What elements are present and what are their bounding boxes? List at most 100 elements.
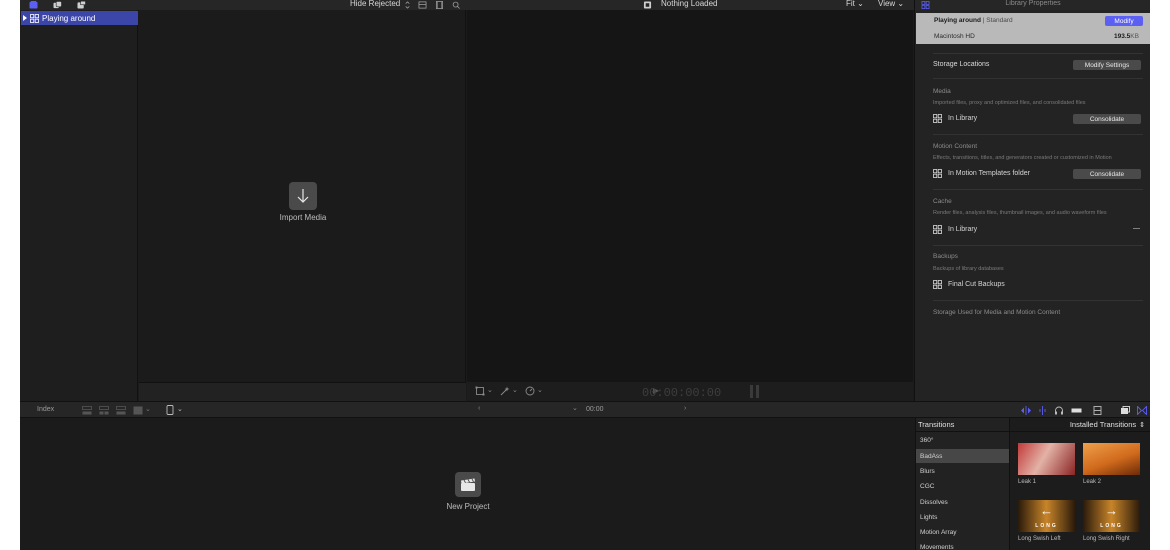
view-menu[interactable]: View ⌄ bbox=[878, 0, 904, 8]
audio-meter-left bbox=[750, 385, 753, 398]
clip-appearance-icon[interactable] bbox=[417, 0, 427, 9]
forward-arrow-icon[interactable]: › bbox=[684, 405, 686, 412]
backups-section-desc: Backups of library databases bbox=[933, 266, 1004, 272]
divider bbox=[933, 245, 1143, 246]
modify-button[interactable]: Modify bbox=[1105, 16, 1143, 26]
titles-icon[interactable] bbox=[76, 0, 86, 9]
transition-thumb-long-swish-right[interactable]: → LONG bbox=[1083, 500, 1140, 532]
library-size: 193.5KB bbox=[1114, 33, 1139, 40]
modify-settings-button[interactable]: Modify Settings bbox=[1073, 60, 1141, 70]
transitions-header: Transitions bbox=[916, 418, 1010, 432]
transition-thumb-leak-2[interactable] bbox=[1083, 443, 1140, 475]
consolidate-media-button[interactable]: Consolidate bbox=[1073, 114, 1141, 124]
chevron-down-icon[interactable]: ⌄ bbox=[537, 386, 543, 394]
cache-location: In Library bbox=[933, 225, 977, 234]
installed-transitions-label: Installed Transitions bbox=[1069, 420, 1137, 429]
transition-label: Leak 2 bbox=[1083, 479, 1102, 485]
chevron-down-icon[interactable]: ⌄ bbox=[177, 405, 183, 413]
enhance-wand-icon[interactable] bbox=[500, 386, 510, 396]
category-item[interactable]: Blurs bbox=[916, 464, 1010, 478]
volume-name: Macintosh HD bbox=[934, 33, 975, 40]
library-icon bbox=[933, 169, 942, 178]
library-line: Playing around | Standard bbox=[934, 17, 1013, 24]
transition-label: Long Swish Right bbox=[1083, 536, 1130, 542]
headphones-icon[interactable] bbox=[1054, 406, 1064, 415]
installed-transitions-menu[interactable]: Installed Transitions ⇕ bbox=[1010, 418, 1150, 432]
solo-icon[interactable] bbox=[1071, 406, 1082, 415]
new-project-button[interactable] bbox=[455, 472, 481, 497]
category-item[interactable]: Dissolves bbox=[916, 495, 1010, 509]
media-location: In Library bbox=[933, 114, 977, 123]
append-clip-icon[interactable] bbox=[116, 406, 126, 415]
library-line-name: Playing around bbox=[934, 17, 981, 24]
index-button[interactable]: Index bbox=[37, 406, 54, 413]
chevron-down-icon[interactable]: ⌄ bbox=[487, 386, 493, 394]
library-icon bbox=[933, 225, 942, 234]
filmstrip-icon[interactable] bbox=[434, 0, 444, 9]
new-project-label: New Project bbox=[446, 502, 490, 511]
connect-clip-icon[interactable] bbox=[82, 406, 92, 415]
divider bbox=[933, 300, 1143, 301]
libraries-icon[interactable] bbox=[28, 0, 38, 9]
photos-icon[interactable] bbox=[52, 0, 62, 9]
overwrite-clip-icon[interactable] bbox=[133, 406, 143, 415]
thumb-overlay-text: LONG bbox=[1035, 523, 1058, 529]
viewer-clip-icon bbox=[642, 0, 652, 9]
category-item[interactable]: Lights bbox=[916, 510, 1010, 524]
category-item[interactable]: CGC bbox=[916, 479, 1010, 493]
snapping-icon[interactable] bbox=[1093, 406, 1102, 415]
audio-skimming-icon[interactable] bbox=[1038, 406, 1047, 415]
libraries-sidebar: Playing around bbox=[20, 10, 138, 401]
view-label: View bbox=[878, 0, 896, 8]
category-item[interactable]: Movements bbox=[916, 540, 1010, 550]
cache-location-label: In Library bbox=[948, 226, 978, 233]
hide-rejected-menu[interactable]: Hide Rejected bbox=[350, 0, 400, 8]
fit-menu[interactable]: Fit ⌄ bbox=[846, 0, 864, 8]
category-item[interactable]: 360° bbox=[916, 433, 1010, 447]
category-item-selected[interactable]: BadAss bbox=[916, 449, 1010, 463]
library-name: Playing around bbox=[42, 13, 96, 23]
import-media-button[interactable] bbox=[289, 182, 317, 210]
library-inspector: Library Properties Playing around | Stan… bbox=[914, 0, 1150, 401]
thumb-overlay-text: LONG bbox=[1100, 523, 1123, 529]
transition-label: Leak 1 bbox=[1018, 479, 1037, 485]
search-icon[interactable] bbox=[451, 0, 461, 9]
speed-gauge-icon[interactable] bbox=[525, 386, 535, 396]
fit-label: Fit bbox=[846, 0, 855, 8]
motion-section-desc: Effects, transitions, titles, and genera… bbox=[933, 155, 1112, 161]
chevron-down-icon[interactable]: ⌄ bbox=[572, 404, 578, 412]
divider bbox=[933, 53, 1143, 54]
library-line-format: | Standard bbox=[982, 17, 1013, 24]
arrow-down-icon bbox=[297, 189, 309, 203]
chevron-down-icon[interactable]: ⌄ bbox=[512, 386, 518, 394]
cache-dash: — bbox=[1133, 225, 1140, 232]
transition-thumb-leak-1[interactable] bbox=[1018, 443, 1075, 475]
viewer-timecode[interactable]: 00:00:00:00 bbox=[642, 386, 721, 400]
media-section-title: Media bbox=[933, 88, 951, 95]
select-tool-icon[interactable] bbox=[166, 405, 175, 416]
sort-icon[interactable] bbox=[402, 0, 412, 9]
disclosure-triangle-icon[interactable] bbox=[23, 15, 27, 21]
arrow-right-icon: → bbox=[1105, 503, 1118, 518]
transitions-grid: Installed Transitions ⇕ Leak 1 Leak 2 ← … bbox=[1009, 418, 1150, 550]
library-size-unit: KB bbox=[1130, 33, 1139, 40]
transitions-browser-icon[interactable] bbox=[1137, 406, 1147, 415]
skimming-icon[interactable] bbox=[1020, 406, 1032, 415]
chevron-down-icon[interactable]: ⌄ bbox=[145, 405, 151, 413]
backups-section-title: Backups bbox=[933, 253, 958, 260]
back-arrow-icon[interactable]: ‹ bbox=[478, 405, 480, 412]
viewer-title: Nothing Loaded bbox=[661, 0, 718, 8]
insert-clip-icon[interactable] bbox=[99, 406, 109, 415]
category-item[interactable]: Motion Array bbox=[916, 525, 1010, 539]
timeline-toolbar: Index ⌄ ⌄ ‹ ⌄ 00:00 › bbox=[20, 401, 1150, 418]
import-media-label: Import Media bbox=[279, 213, 327, 222]
divider bbox=[933, 134, 1143, 135]
transform-icon[interactable] bbox=[475, 386, 485, 396]
sidebar-item-library[interactable]: Playing around bbox=[21, 11, 138, 25]
effects-browser-icon[interactable] bbox=[1120, 406, 1130, 415]
motion-section-title: Motion Content bbox=[933, 143, 978, 150]
inspector-header: Library Properties bbox=[915, 0, 1150, 10]
consolidate-motion-button[interactable]: Consolidate bbox=[1073, 169, 1141, 179]
transition-thumb-long-swish-left[interactable]: ← LONG bbox=[1018, 500, 1075, 532]
audio-meter-right bbox=[756, 385, 759, 398]
